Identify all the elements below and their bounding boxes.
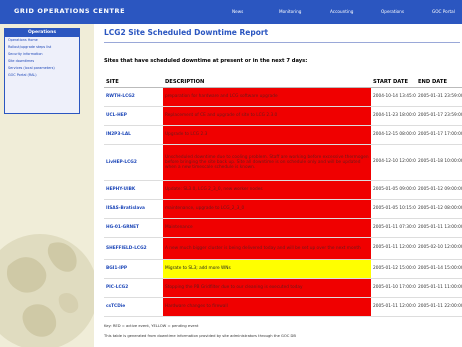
site-link[interactable]: csTCDie xyxy=(104,297,163,317)
downtime-description: Unscheduled downtime due to cooling prob… xyxy=(163,144,371,181)
downtime-description: Stopping the PB Gridfilter due to our cl… xyxy=(163,278,371,298)
site-link[interactable]: HEPHY-UIBK xyxy=(104,180,163,200)
sidebar-item-goc-portal[interactable]: GOC Portal (RAL) xyxy=(5,72,79,79)
downtime-description: preparation for hardware and LCG softwar… xyxy=(163,87,371,107)
start-date: 2005-01-05 10:15:00 xyxy=(371,199,416,219)
col-description: DESCRIPTION xyxy=(163,70,371,88)
end-date: 2005-02-10 12:00:00 xyxy=(416,237,462,260)
start-date: 2005-01-11 12:00:00 xyxy=(371,237,416,260)
legend-key: Key: RED = active event, YELLOW = pendin… xyxy=(104,324,199,328)
downtime-description: A new much bigger cluster is being deliv… xyxy=(163,237,371,260)
end-date: 2005-01-17 23:59:00 xyxy=(416,106,462,126)
end-date: 2005-01-14 15:00:00 xyxy=(416,259,462,279)
nav-accounting[interactable]: Accounting xyxy=(330,9,353,14)
start-date: 2004-11-23 18:00:00 xyxy=(371,106,416,126)
sidebar: Operations Operations Home Rollout/upgra… xyxy=(0,24,94,347)
table-row: PIC-LCG2 Stopping the PB Gridfilter due t… xyxy=(104,278,462,298)
downtime-description: Replacement of CE and upgrade of site to… xyxy=(163,106,371,126)
col-start-date: START DATE xyxy=(371,70,416,88)
nav-goc-portal[interactable]: GOC Portal xyxy=(432,9,455,14)
site-link[interactable]: IISAS-Bratislava xyxy=(104,199,163,219)
nav-news[interactable]: News xyxy=(232,9,243,14)
sidebar-item-services[interactable]: Services (local parameters) xyxy=(5,65,79,72)
table-row: IISAS-Bratislava maintenance, upgrade to … xyxy=(104,199,462,219)
start-date: 2004-12-15 08:00:00 xyxy=(371,125,416,145)
table-row: HEPHY-UIBK Update: SL3.0, LCG 2_3_0, new … xyxy=(104,180,462,200)
site-link[interactable]: HG-01-GRNET xyxy=(104,218,163,238)
table-source-note: This table is generated from downtime in… xyxy=(104,334,296,338)
nav-operations[interactable]: Operations xyxy=(381,9,404,14)
downtime-description: Migrate to SL3; add more WNs xyxy=(163,259,371,279)
downtime-description: Upgrade to LCG 2.3 xyxy=(163,125,371,145)
downtime-description: Maintenance xyxy=(163,218,371,238)
table-row: RWTH-LCG2 preparation for hardware and LC… xyxy=(104,87,462,107)
operations-menu: Operations Operations Home Rollout/upgra… xyxy=(4,28,80,114)
table-body: RWTH-LCG2 preparation for hardware and LC… xyxy=(104,87,462,317)
page-title: LCG2 Site Scheduled Downtime Report xyxy=(104,28,269,37)
start-date: 2004-10-14 13:45:00 xyxy=(371,87,416,107)
end-date: 2005-01-31 23:59:00 xyxy=(416,87,462,107)
start-date: 2005-01-10 17:00:00 xyxy=(371,278,416,298)
downtime-description: maintenance, upgrade to LCG_2_3_0 xyxy=(163,199,371,219)
operations-menu-title: Operations xyxy=(5,29,79,37)
nav-monitoring[interactable]: Monitoring xyxy=(279,9,301,14)
title-divider xyxy=(104,42,460,43)
end-date: 2005-01-12 09:00:00 xyxy=(416,180,462,200)
start-date: 2005-01-05 09:00:00 xyxy=(371,180,416,200)
sidebar-item-security[interactable]: Security information xyxy=(5,51,79,58)
site-link[interactable]: IN2P3-LAL xyxy=(104,125,163,145)
end-date: 2005-01-11 13:00:00 xyxy=(416,218,462,238)
table-row: BGI1-IPP Migrate to SL3; add more WNs 2005… xyxy=(104,259,462,279)
table-caption: Sites that have scheduled downtime at pr… xyxy=(104,58,308,64)
downtime-table: SITE DESCRIPTION START DATE END DATE RWT… xyxy=(104,70,462,317)
site-link[interactable]: RWTH-LCG2 xyxy=(104,87,163,107)
site-link[interactable]: PIC-LCG2 xyxy=(104,278,163,298)
col-end-date: END DATE xyxy=(416,70,462,88)
start-date: 2005-01-12 15:00:00 xyxy=(371,259,416,279)
end-date: 2005-01-12 08:00:00 xyxy=(416,199,462,219)
col-site: SITE xyxy=(104,70,163,88)
start-date: 2005-01-11 12:00:00 xyxy=(371,297,416,317)
site-link[interactable]: SHEFFIELD-LCG2 xyxy=(104,237,163,260)
site-link[interactable]: UCL-HEP xyxy=(104,106,163,126)
end-date: 2005-01-18 10:00:00 xyxy=(416,144,462,181)
downtime-description: Hardware changes to firewall xyxy=(163,297,371,317)
site-link[interactable]: BGI1-IPP xyxy=(104,259,163,279)
table-row: UCL-HEP Replacement of CE and upgrade of … xyxy=(104,106,462,126)
sidebar-item-site-downtimes[interactable]: Site downtimes xyxy=(5,58,79,65)
table-row: SHEFFIELD-LCG2 A new much bigger cluster … xyxy=(104,237,462,260)
table-header-row: SITE DESCRIPTION START DATE END DATE xyxy=(104,70,462,88)
start-date: 2004-12-10 12:00:00 xyxy=(371,144,416,181)
downtime-description: Update: SL3.0, LCG 2_3_0, new worker nod… xyxy=(163,180,371,200)
table-row: IN2P3-LAL Upgrade to LCG 2.3 2004-12-15 08… xyxy=(104,125,462,145)
site-brand: GRID OPERATIONS CENTRE xyxy=(14,7,126,15)
end-date: 2005-01-11 22:00:00 xyxy=(416,297,462,317)
end-date: 2005-01-11 11:00:00 xyxy=(416,278,462,298)
site-link[interactable]: LivHEP-LCG2 xyxy=(104,144,163,181)
start-date: 2005-01-11 07:30:00 xyxy=(371,218,416,238)
table-row: HG-01-GRNET Maintenance 2005-01-11 07:30:0… xyxy=(104,218,462,238)
top-nav-bar: GRID OPERATIONS CENTRE News Monitoring A… xyxy=(0,0,462,24)
table-row: csTCDie Hardware changes to firewall 2005-… xyxy=(104,297,462,317)
globe-image xyxy=(0,234,94,347)
table-row: LivHEP-LCG2 Unscheduled downtime due to c… xyxy=(104,144,462,181)
end-date: 2005-01-17 17:00:00 xyxy=(416,125,462,145)
sidebar-item-operations-home[interactable]: Operations Home xyxy=(5,37,79,44)
sidebar-item-rollout-steps[interactable]: Rollout/upgrade steps list xyxy=(5,44,79,51)
